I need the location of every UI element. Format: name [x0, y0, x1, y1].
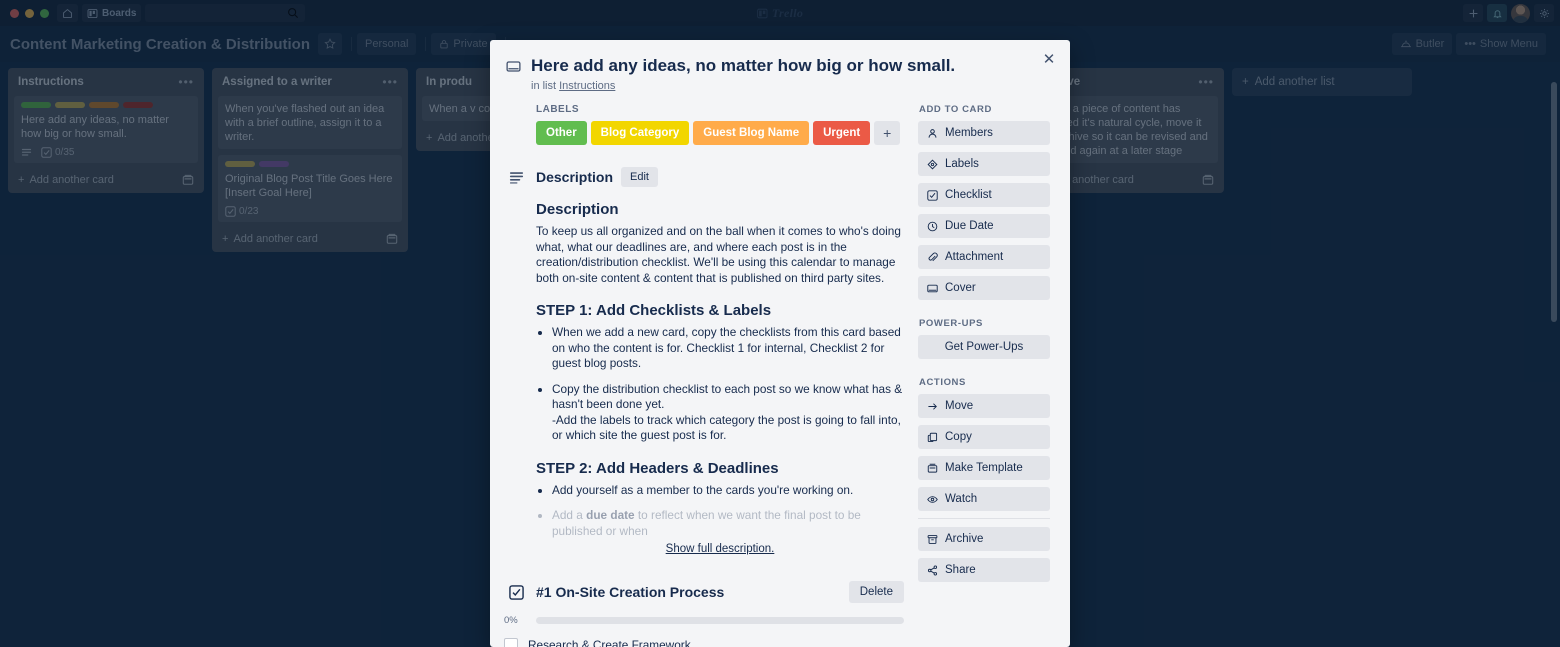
sidebar-item-label: Members — [945, 127, 993, 139]
label-icon — [927, 159, 938, 170]
description-icon — [504, 170, 528, 185]
sidebar-item-label: Due Date — [945, 220, 994, 232]
sidebar-item-label: Share — [945, 564, 976, 576]
checklist-item-label: Research & Create Framework — [528, 638, 691, 647]
edit-description-button[interactable]: Edit — [621, 167, 658, 187]
sidebar-item-label: Checklist — [945, 189, 992, 201]
description-heading: Description — [536, 201, 619, 218]
checklist-progress: 0% — [504, 615, 904, 626]
sidebar-item-label: Copy — [945, 431, 972, 443]
description-section-title: Description — [536, 169, 614, 185]
actions-heading: ACTIONS — [919, 377, 966, 388]
sidebar-checklist-button[interactable]: Checklist — [918, 183, 1050, 207]
label-chip-guest-blog-name[interactable]: Guest Blog Name — [693, 121, 810, 145]
sidebar-item-label: Attachment — [945, 251, 1004, 263]
member-icon — [927, 128, 938, 139]
add-label-button[interactable]: + — [874, 121, 901, 145]
label-chip-urgent[interactable]: Urgent — [813, 121, 871, 145]
sidebar-watch-button[interactable]: Watch — [918, 487, 1050, 511]
get-power-ups-button[interactable]: Get Power-Ups — [918, 335, 1050, 359]
checklist-header: #1 On-Site Creation Process Delete — [504, 581, 904, 603]
faded-bold: due date — [586, 508, 635, 522]
cover-icon — [927, 283, 938, 294]
clock-icon — [927, 221, 938, 232]
sidebar-move-button[interactable]: Move — [918, 394, 1050, 418]
description-paragraph: To keep us all organized and on the ball… — [536, 224, 901, 285]
sidebar-archive-button[interactable]: Archive — [918, 527, 1050, 551]
step2-list: Add yourself as a member to the cards yo… — [552, 483, 904, 540]
arrow-right-icon — [927, 401, 938, 412]
label-chip-other[interactable]: Other — [536, 121, 587, 145]
checklist-icon — [927, 189, 938, 201]
step1-heading: STEP 1: Add Checklists & Labels — [536, 302, 772, 319]
cover-icon — [506, 59, 521, 92]
step2-heading: STEP 2: Add Headers & Deadlines — [536, 459, 779, 477]
card-header: Here add any ideas, no matter how big or… — [504, 50, 1056, 92]
archive-icon — [927, 534, 938, 545]
sidebar-share-button[interactable]: Share — [918, 558, 1050, 582]
in-list-prefix: in list — [531, 80, 557, 92]
plus-icon: + — [883, 125, 892, 141]
divider — [918, 518, 1050, 519]
sidebar-item-label: Archive — [945, 533, 984, 545]
description-body[interactable]: Description To keep us all organized and… — [536, 201, 904, 539]
modal-sidebar: ADD TO CARD Members Labels Checklist Due… — [918, 104, 1050, 647]
sidebar-due-date-button[interactable]: Due Date — [918, 214, 1050, 238]
labels-heading: LABELS — [536, 104, 579, 115]
close-icon[interactable]: ✕ — [1038, 48, 1060, 70]
label-chip-blog-category[interactable]: Blog Category — [590, 121, 690, 145]
sidebar-item-label: Watch — [945, 493, 978, 505]
copy-icon — [927, 432, 938, 443]
sidebar-members-button[interactable]: Members — [918, 121, 1050, 145]
list-item: Add yourself as a member to the cards yo… — [552, 483, 904, 499]
list-item: Copy the distribution checklist to each … — [552, 382, 904, 444]
list-item-faded: Add a due date to reflect when we want t… — [552, 508, 904, 539]
sidebar-attachment-button[interactable]: Attachment — [918, 245, 1050, 269]
labels-row: Other Blog Category Guest Blog Name Urge… — [536, 121, 904, 145]
sidebar-item-label: Make Template — [945, 462, 1023, 474]
list-item: When we add a new card, copy the checkli… — [552, 325, 904, 372]
sidebar-item-label: Cover — [945, 282, 976, 294]
checklist-title[interactable]: #1 On-Site Creation Process — [536, 584, 724, 600]
show-full-description-link[interactable]: Show full description. — [536, 543, 904, 555]
add-to-card-heading: ADD TO CARD — [919, 104, 992, 115]
checklist-item[interactable]: Research & Create Framework — [504, 638, 904, 647]
sidebar-item-label: Labels — [945, 158, 979, 170]
power-ups-heading: POWER-UPS — [919, 318, 983, 329]
checkbox-icon[interactable] — [504, 638, 518, 647]
in-list-link[interactable]: Instructions — [559, 80, 615, 92]
description-header: Description Edit — [504, 167, 904, 187]
modal-main-column: LABELS Other Blog Category Guest Blog Na… — [504, 104, 904, 647]
sidebar-labels-button[interactable]: Labels — [918, 152, 1050, 176]
template-icon — [927, 463, 938, 474]
progress-percent: 0% — [504, 615, 518, 626]
card-title[interactable]: Here add any ideas, no matter how big or… — [531, 56, 955, 76]
share-icon — [927, 564, 938, 576]
sidebar-item-label: Move — [945, 400, 974, 412]
paperclip-icon — [927, 252, 938, 263]
card-in-list: in list Instructions — [531, 80, 955, 92]
delete-checklist-button[interactable]: Delete — [848, 581, 904, 603]
card-detail-modal: ✕ Here add any ideas, no matter how big … — [490, 40, 1070, 647]
step1-list: When we add a new card, copy the checkli… — [552, 325, 904, 444]
sidebar-cover-button[interactable]: Cover — [918, 276, 1050, 300]
sidebar-make-template-button[interactable]: Make Template — [918, 456, 1050, 480]
modal-columns: LABELS Other Blog Category Guest Blog Na… — [504, 104, 1056, 647]
progress-bar — [536, 617, 904, 624]
faded-pre: Add a — [552, 508, 587, 522]
sidebar-copy-button[interactable]: Copy — [918, 425, 1050, 449]
modal-scroll-area: ✕ Here add any ideas, no matter how big … — [490, 40, 1070, 647]
checklist-icon — [504, 584, 528, 600]
eye-icon — [927, 494, 938, 505]
